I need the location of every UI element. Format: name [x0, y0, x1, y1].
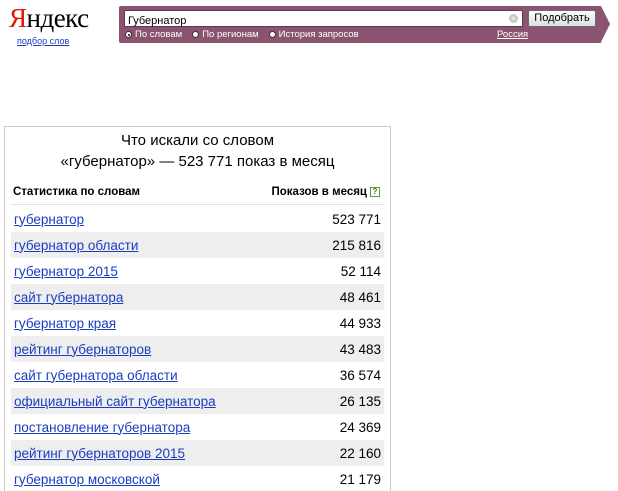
radio-icon[interactable] — [192, 31, 200, 38]
table-row: губернатор 2015 52 114 — [11, 258, 384, 284]
radio-label: По регионам — [202, 29, 259, 40]
search-field: × — [124, 10, 523, 29]
table-row: губернатор края 44 933 — [11, 310, 384, 336]
table-row: губернатор 523 771 — [11, 206, 384, 232]
show-count: 215 816 — [332, 237, 381, 253]
search-input[interactable] — [125, 13, 498, 29]
show-count: 21 179 — [339, 471, 381, 487]
search-bar: × Подобрать По словам По регионам Истори… — [119, 6, 610, 43]
show-count: 44 933 — [339, 315, 381, 331]
show-count: 523 771 — [332, 211, 381, 227]
radio-label: История запросов — [278, 29, 359, 40]
results-table: губернатор 523 771 губернатор области 21… — [11, 206, 384, 491]
wordstat-link[interactable]: подбор слов — [17, 36, 69, 46]
logo-letter: Я — [9, 3, 27, 33]
table-row: сайт губернатора 48 461 — [11, 284, 384, 310]
radio-history[interactable]: История запросов — [268, 29, 359, 40]
results-title-line2: «губернатор» — 523 771 показ в месяц — [60, 153, 335, 170]
radio-by-words[interactable]: По словам — [125, 29, 182, 40]
column-header-words: Статистика по словам — [13, 186, 141, 198]
phrase-link[interactable]: губернатор области — [14, 238, 138, 253]
clear-icon[interactable]: × — [509, 14, 518, 23]
page: Яндекс подбор слов × Подобрать По словам… — [0, 0, 618, 491]
show-count: 26 135 — [339, 393, 381, 409]
show-count: 24 369 — [339, 419, 381, 435]
show-count: 43 483 — [339, 341, 381, 357]
search-bar-arrow — [601, 6, 610, 42]
phrase-link[interactable]: сайт губернатора — [14, 290, 123, 305]
radio-label: По словам — [135, 29, 183, 40]
radio-by-regions[interactable]: По регионам — [192, 29, 259, 40]
radio-icon[interactable] — [268, 31, 276, 38]
table-row: рейтинг губернаторов 43 483 — [11, 336, 384, 362]
logo-text: ндекс — [26, 3, 90, 33]
results-title: Что искали со словом «губернатор» — 523 … — [5, 130, 390, 172]
phrase-link[interactable]: рейтинг губернаторов 2015 — [14, 446, 185, 461]
phrase-link[interactable]: постановление губернатора — [14, 420, 190, 435]
results-panel: Что искали со словом «губернатор» — 523 … — [4, 126, 391, 491]
phrase-link[interactable]: губернатор 2015 — [14, 264, 118, 279]
table-row: сайт губернатора области 36 574 — [11, 362, 384, 388]
table-row: губернатор московской 21 179 — [11, 466, 384, 491]
phrase-link[interactable]: сайт губернатора области — [14, 368, 178, 383]
phrase-link[interactable]: губернатор — [14, 212, 84, 227]
header-divider — [11, 204, 384, 205]
table-row: губернатор области 215 816 — [11, 232, 384, 258]
search-mode-radios: По словам По регионам История запросов — [125, 29, 359, 40]
submit-button[interactable]: Подобрать — [528, 10, 596, 27]
radio-checked-icon[interactable] — [125, 31, 132, 38]
phrase-link[interactable]: официальный сайт губернатора — [14, 394, 216, 409]
show-count: 52 114 — [340, 263, 381, 279]
table-row: официальный сайт губернатора 26 135 — [11, 388, 384, 414]
phrase-link[interactable]: рейтинг губернаторов — [14, 342, 151, 357]
table-row: рейтинг губернаторов 2015 22 160 — [11, 440, 384, 466]
results-title-line1: Что искали со словом — [120, 132, 275, 149]
column-header-shows: Показов в месяц ? — [271, 186, 380, 198]
yandex-logo[interactable]: Яндекс — [9, 4, 89, 32]
help-icon[interactable]: ? — [370, 187, 380, 197]
phrase-link[interactable]: губернатор края — [14, 316, 116, 331]
show-count: 48 461 — [339, 289, 381, 305]
table-row: постановление губернатора 24 369 — [11, 414, 384, 440]
show-count: 22 160 — [339, 445, 381, 461]
column-header-shows-label: Показов в месяц — [271, 186, 368, 198]
show-count: 36 574 — [339, 367, 381, 383]
region-link[interactable]: Россия — [497, 29, 528, 40]
phrase-link[interactable]: губернатор московской — [14, 472, 160, 487]
